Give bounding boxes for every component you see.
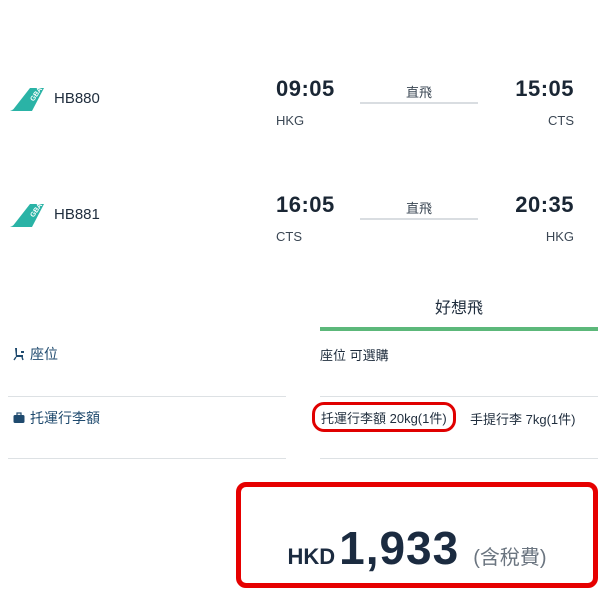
direct-flight-label: 直飛 [405, 85, 432, 100]
baggage-label-text: 托運行李額 [30, 410, 100, 426]
direct-flight-label: 直飛 [405, 201, 432, 216]
fare-plan-name[interactable]: 好想飛 [320, 294, 598, 318]
baggage-feature-label: 托運行李額 [12, 408, 100, 428]
divider [320, 396, 598, 397]
seat-feature-label: 座位 [12, 344, 58, 364]
checked-baggage-allowance: 托運行李額 20kg(1件) [312, 402, 456, 432]
departure-time: 09:05 [276, 76, 335, 101]
arrival-airport: HKG [545, 229, 574, 244]
departure-time: 16:05 [276, 192, 335, 217]
total-price-box: HKD 1,933 (含稅費) [236, 482, 598, 588]
hand-baggage-allowance: 手提行李 7kg(1件) [470, 412, 576, 427]
arrival-airport: CTS [548, 113, 574, 128]
checked-baggage-text: 托運行李額 20kg(1件) [321, 410, 447, 426]
seat-label-text: 座位 [30, 346, 58, 362]
price-amount: 1,933 [339, 522, 460, 574]
arrival-time: 20:35 [515, 192, 574, 217]
fare-plan-selected-bar [320, 327, 598, 331]
divider [8, 396, 286, 397]
seat-option-value: 座位 可選購 [320, 348, 389, 363]
gba-tail-icon: GBA [10, 86, 44, 111]
gba-tail-icon: GBA [10, 202, 44, 227]
price-currency: HKD [287, 544, 336, 569]
flight-row-outbound: GBA HB880 09:05 HKG 直飛 15:05 CTS [0, 68, 600, 148]
seat-icon [13, 348, 24, 361]
departure-airport: HKG [276, 113, 305, 128]
arrival-time: 15:05 [515, 76, 574, 101]
price-tax-note: (含稅費) [473, 547, 547, 569]
flight-number: HB881 [54, 206, 100, 223]
total-price: HKD 1,933 (含稅費) [241, 521, 593, 575]
suitcase-icon [13, 412, 25, 423]
flight-row-return: GBA HB881 16:05 CTS 直飛 20:35 HKG [0, 184, 600, 264]
departure-airport: CTS [276, 229, 302, 244]
flight-number: HB880 [54, 90, 100, 107]
route-line [360, 218, 478, 220]
route-line [360, 102, 478, 104]
divider [320, 458, 598, 459]
divider [8, 458, 286, 459]
